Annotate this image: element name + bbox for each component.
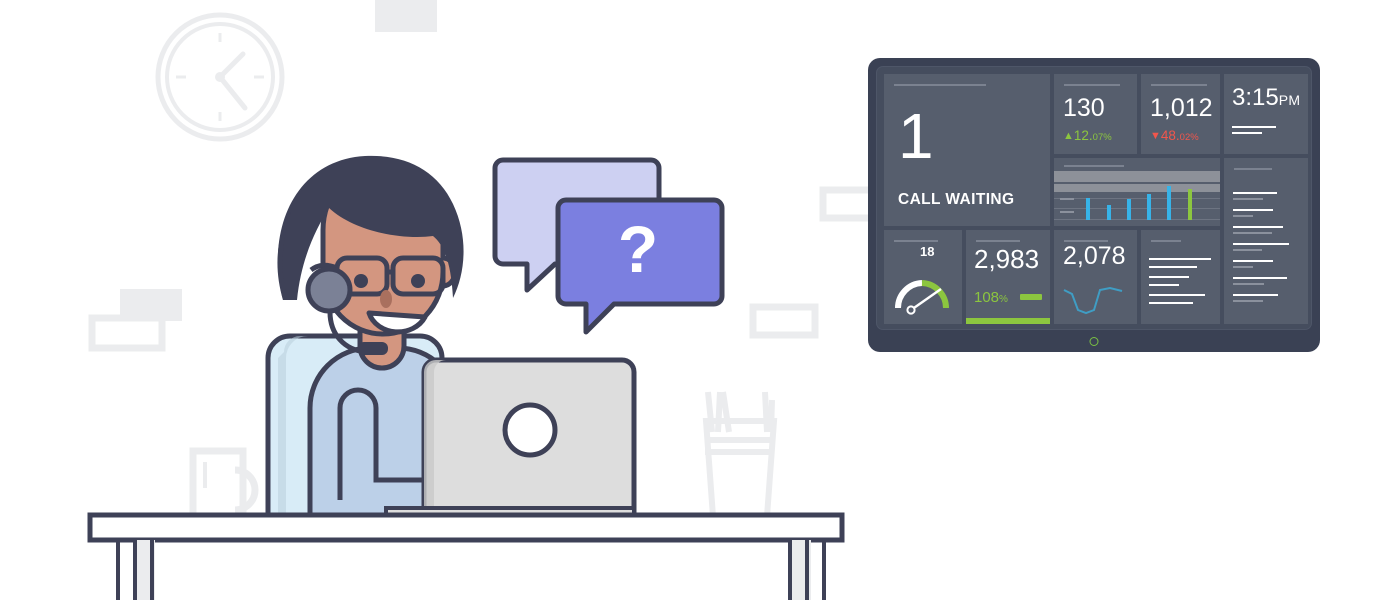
tile-call-waiting[interactable]: 1 CALL WAITING [884, 74, 1050, 226]
sparkline-value: 2,078 [1063, 242, 1126, 270]
bar [1167, 186, 1171, 220]
background-shapes [88, 0, 893, 352]
tile-header-rule [1234, 168, 1272, 170]
goal-percent-sign: % [999, 294, 1008, 305]
placeholder-line [1233, 260, 1273, 262]
placeholder-line [1232, 132, 1262, 134]
illustration-scene: ? 1 CALL WAITING 130 ▲12.07% 1,012 ▼48.0… [0, 0, 1400, 600]
tile-header-rule [976, 240, 1020, 242]
tile-header-rule [894, 240, 938, 242]
dashboard-monitor: 1 CALL WAITING 130 ▲12.07% 1,012 ▼48.02%… [868, 58, 1320, 352]
placeholder-line [1233, 243, 1289, 245]
placeholder-line [1149, 266, 1197, 268]
clock-readout: 3:15PM [1232, 86, 1300, 110]
placeholder-line [1233, 192, 1277, 194]
placeholder-line [1149, 294, 1205, 296]
placeholder-line [1233, 232, 1272, 234]
tile-header-rule [1064, 84, 1120, 86]
tile-goal[interactable]: 2,983 108% [966, 230, 1050, 324]
placeholder-line [1233, 266, 1253, 268]
power-led-icon [1089, 337, 1099, 346]
dashboard-tile-grid: 1 CALL WAITING 130 ▲12.07% 1,012 ▼48.02%… [884, 74, 1308, 324]
placeholder-line [1233, 294, 1278, 296]
sparkline-icon [1063, 286, 1123, 315]
tile-gauge[interactable]: 18 [884, 230, 962, 324]
bar-highlight [1188, 189, 1192, 220]
tile-bar-chart[interactable] [1054, 158, 1220, 226]
placeholder-line [1233, 215, 1253, 217]
bar [1147, 194, 1151, 220]
goal-status-pill [1020, 294, 1042, 300]
call-waiting-value: 1 [898, 100, 934, 172]
grid-line [1054, 208, 1220, 209]
placeholder-line [1232, 126, 1276, 128]
gauge-value: 18 [920, 244, 935, 259]
grid-line [1054, 198, 1220, 199]
question-mark-glyph: ? [618, 212, 658, 286]
bar-chart-plot [1054, 158, 1220, 226]
bar [1127, 199, 1131, 220]
placeholder-line [1233, 277, 1287, 279]
placeholder-line [1149, 258, 1211, 260]
clock-time-value: 3:15 [1232, 84, 1279, 111]
dashboard-screen: 1 CALL WAITING 130 ▲12.07% 1,012 ▼48.02%… [876, 66, 1312, 330]
kpi-1012-delta: ▼48.02% [1150, 129, 1199, 143]
tile-detail-list[interactable] [1224, 158, 1308, 324]
grid-line [1054, 219, 1220, 220]
goal-percent-value: 108 [974, 289, 1000, 306]
tile-header-rule [1151, 84, 1207, 86]
laptop [384, 357, 637, 520]
placeholder-line [1149, 302, 1193, 304]
clock-meridiem: PM [1278, 92, 1301, 108]
placeholder-line [1149, 284, 1179, 286]
kpi-1012-value: 1,012 [1150, 94, 1213, 122]
tile-kpi-1012[interactable]: 1,012 ▼48.02% [1141, 74, 1220, 154]
up-arrow-icon: ▲ [1063, 130, 1074, 142]
kpi-130-delta-int: 12. [1073, 128, 1093, 143]
agent-head [277, 155, 464, 355]
placeholder-line [1233, 226, 1283, 228]
goal-percent: 108% [974, 290, 1008, 305]
placeholder-line [1233, 198, 1263, 200]
kpi-130-value: 130 [1063, 94, 1105, 122]
placeholder-line [1233, 249, 1262, 251]
wall-clock-icon [155, 12, 285, 142]
tile-header-rule [1151, 240, 1181, 242]
tile-sparkline[interactable]: 2,078 [1054, 230, 1137, 324]
down-arrow-icon: ▼ [1150, 130, 1161, 142]
bar [1086, 198, 1090, 220]
tile-clock[interactable]: 3:15PM [1224, 74, 1308, 154]
chart-band [1054, 184, 1220, 192]
coffee-mug-icon [189, 447, 259, 524]
goal-progress-bar [966, 318, 1050, 324]
placeholder-line [1233, 209, 1273, 211]
placeholder-line [1233, 283, 1264, 285]
kpi-1012-delta-frac: 02% [1179, 132, 1199, 143]
gauge-icon [894, 280, 950, 315]
tile-list[interactable] [1141, 230, 1220, 324]
axis-tick [1060, 198, 1074, 200]
tile-header-rule [894, 84, 986, 86]
placeholder-line [1149, 276, 1189, 278]
desk [87, 512, 845, 600]
axis-tick [1060, 211, 1074, 213]
kpi-130-delta: ▲12.07% [1063, 129, 1112, 143]
bar [1107, 205, 1111, 220]
tile-kpi-130[interactable]: 130 ▲12.07% [1054, 74, 1137, 154]
kpi-1012-delta-int: 48. [1160, 128, 1180, 143]
kpi-130-delta-frac: 07% [1092, 132, 1112, 143]
chart-band [1054, 171, 1220, 182]
pencil-cup-icon [702, 391, 778, 533]
goal-value: 2,983 [974, 244, 1040, 274]
placeholder-line [1233, 300, 1263, 302]
call-waiting-label: CALL WAITING [898, 191, 1015, 208]
